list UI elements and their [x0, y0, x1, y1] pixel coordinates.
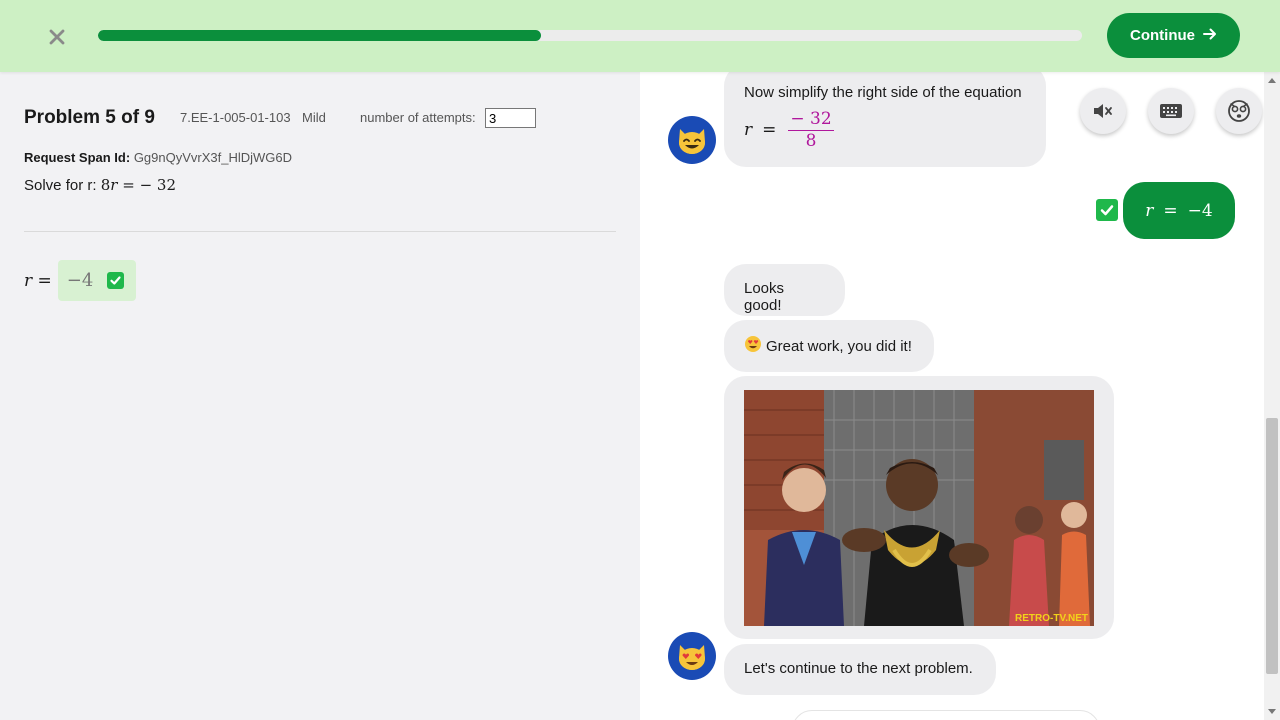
heart-eyes-emoji [744, 335, 762, 357]
help-face-icon [1228, 100, 1250, 122]
attempts-input[interactable] [485, 108, 536, 128]
scroll-thumb[interactable] [1266, 418, 1278, 674]
attempts-label: number of attempts: [360, 110, 476, 125]
message-text: Looks good! [744, 280, 785, 314]
message-text: Now simplify the right side of the equat… [744, 84, 1022, 101]
message-text: Great work, you did it! [766, 337, 912, 355]
continue-label: Continue [1130, 27, 1195, 44]
message-bubble: Now simplify the right side of the equat… [724, 72, 1046, 167]
request-span-id: Request Span Id: Gg9nQyVvrX3f_HlDjWG6D [24, 150, 292, 165]
difficulty-label: Mild [302, 110, 326, 125]
equation-coef: 8 [100, 176, 111, 194]
answer-equals: = [37, 270, 52, 291]
chat-panel: Now simplify the right side of the equat… [640, 72, 1264, 720]
span-id-value: Gg9nQyVvrX3f_HlDjWG6D [133, 150, 293, 165]
message-text: Let's continue to the next problem. [744, 660, 973, 677]
check-icon [1096, 199, 1118, 221]
message-bubble: Great work, you did it! [724, 320, 934, 372]
solve-prefix: Solve for r: [24, 177, 97, 194]
keyboard-icon [1160, 104, 1182, 118]
chat-scrollbar[interactable] [1264, 72, 1280, 720]
close-icon[interactable] [44, 24, 70, 50]
problem-panel: Problem 5 of 9 7.EE-1-005-01-103 Mild nu… [0, 72, 640, 720]
equation-equals: = [122, 176, 135, 194]
fraction-denominator: 8 [805, 131, 817, 151]
message-bubble: Looks good! [724, 264, 845, 316]
top-bar: Continue [0, 0, 1280, 72]
message-bubble-partial [792, 710, 1100, 720]
answer-row: r = −4 [24, 260, 136, 301]
span-id-label: Request Span Id: [24, 150, 131, 165]
cat-face-avatar [668, 116, 716, 164]
gif-caption: RETRO-TV.NET [1015, 613, 1088, 624]
fraction-numerator: − 32 [788, 109, 834, 131]
message-bubble: Let's continue to the next problem. [724, 644, 996, 695]
problem-code: 7.EE-1-005-01-103 [180, 110, 291, 125]
mute-icon [1094, 104, 1112, 118]
problem-statement: Solve for r: 8r = − 32 [24, 176, 176, 194]
answer-value: −4 [66, 270, 94, 291]
progress-bar [98, 30, 1082, 41]
equation-equals: = [762, 120, 777, 140]
user-answer-bubble: r = −4 [1123, 182, 1235, 239]
divider [24, 231, 616, 232]
problem-equation: 8r = − 32 [101, 176, 176, 194]
progress-fill [98, 30, 541, 41]
check-icon [107, 272, 125, 289]
answer-var: r [24, 270, 33, 291]
keyboard-button[interactable] [1148, 88, 1194, 134]
user-answer-var: r [1145, 200, 1154, 221]
help-button[interactable] [1216, 88, 1262, 134]
arrow-right-icon [1203, 27, 1217, 44]
equation-rhs: − 32 [139, 176, 176, 194]
continue-button[interactable]: Continue [1107, 13, 1240, 58]
user-answer-equals: = [1163, 200, 1178, 221]
user-answer-value: −4 [1187, 200, 1213, 221]
scroll-down-icon[interactable] [1268, 709, 1276, 714]
message-bubble: RETRO-TV.NET [724, 376, 1114, 639]
mute-button[interactable] [1080, 88, 1126, 134]
equation-fraction: − 32 8 [788, 109, 834, 151]
problem-title: Problem 5 of 9 [24, 107, 155, 128]
celebration-gif[interactable]: RETRO-TV.NET [744, 390, 1094, 626]
message-equation: r = − 32 8 [744, 109, 1026, 151]
scroll-up-icon[interactable] [1268, 78, 1276, 83]
answer-lhs: r = [24, 271, 52, 291]
answer-field[interactable]: −4 [57, 260, 136, 301]
heart-eyes-cat-avatar [668, 632, 716, 680]
equation-var: r [744, 120, 753, 140]
equation-var: r [110, 176, 118, 194]
